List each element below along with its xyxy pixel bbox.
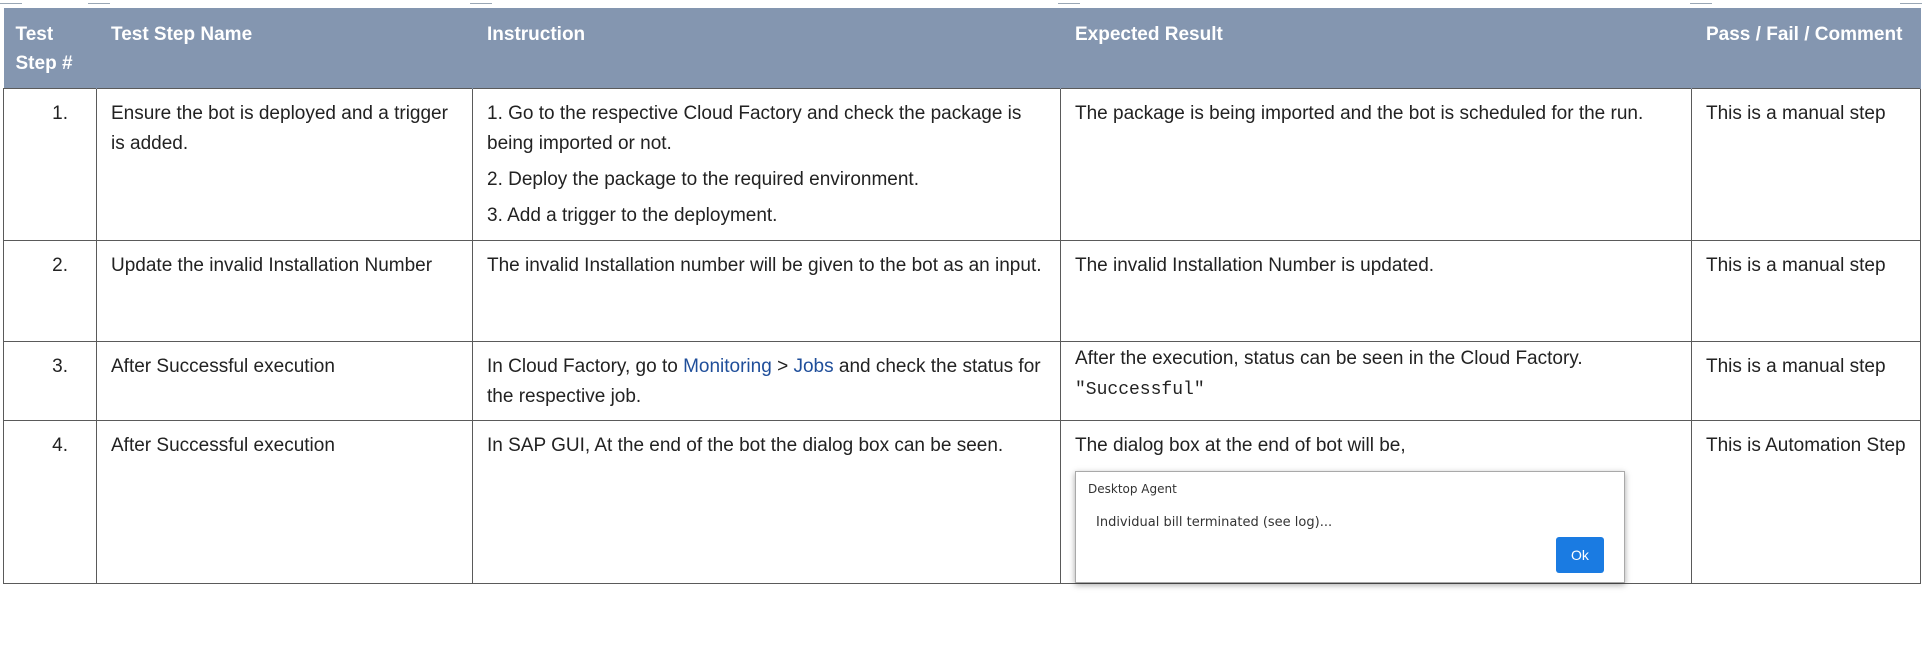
- instruction-line: 3. Add a trigger to the deployment.: [487, 205, 778, 226]
- column-marker: [1058, 3, 1080, 4]
- desktop-agent-dialog: Desktop Agent Individual bill terminated…: [1075, 471, 1625, 583]
- step-number-cell: 2.: [3, 240, 97, 342]
- step-name-cell: Ensure the bot is deployed and a trigger…: [96, 88, 473, 241]
- instruction-line: 2. Deploy the package to the required en…: [487, 169, 919, 190]
- header-pass-fail-comment: Pass / Fail / Comment: [1691, 8, 1921, 89]
- header-step-number: Test Step #: [3, 8, 97, 89]
- dialog-title: Desktop Agent: [1088, 482, 1177, 496]
- jobs-link[interactable]: Jobs: [793, 356, 833, 377]
- column-marker: [88, 3, 110, 4]
- expected-result-cell: The invalid Installation Number is updat…: [1060, 240, 1692, 342]
- column-marker: [0, 3, 22, 4]
- step-number-cell: 1.: [3, 88, 97, 241]
- table-header-row: Test Step # Test Step Name Instruction E…: [3, 8, 1921, 89]
- comment-cell: This is a manual step: [1691, 88, 1921, 241]
- instruction-cell: In SAP GUI, At the end of the bot the di…: [472, 420, 1061, 584]
- expected-result-cell: After the execution, status can be seen …: [1060, 341, 1692, 421]
- status-value: "Successful": [1075, 380, 1205, 400]
- monitoring-link[interactable]: Monitoring: [683, 356, 772, 377]
- step-name-cell: After Successful execution: [96, 420, 473, 584]
- step-number-cell: 4.: [3, 420, 97, 584]
- column-marker: [1900, 3, 1922, 4]
- column-marker: [470, 3, 492, 4]
- instruction-text: In Cloud Factory, go to: [487, 356, 684, 377]
- expected-result-cell: The package is being imported and the bo…: [1060, 88, 1692, 241]
- step-number: 3.: [52, 356, 68, 377]
- ok-button[interactable]: Ok: [1556, 537, 1604, 573]
- step-number: 2.: [52, 255, 68, 276]
- step-name-cell: Update the invalid Installation Number: [96, 240, 473, 342]
- test-steps-table: Test Step # Test Step Name Instruction E…: [3, 8, 1921, 584]
- comment-cell: This is a manual step: [1691, 341, 1921, 421]
- expected-text: The dialog box at the end of bot will be…: [1075, 435, 1406, 456]
- breadcrumb-separator: >: [771, 356, 794, 377]
- header-step-name: Test Step Name: [96, 8, 473, 89]
- step-number: 1.: [52, 103, 68, 124]
- instruction-cell: 1. Go to the respective Cloud Factory an…: [472, 88, 1061, 241]
- dialog-message: Individual bill terminated (see log)...: [1096, 515, 1333, 530]
- instruction-line: 1. Go to the respective Cloud Factory an…: [487, 103, 1022, 154]
- step-number-cell: 3.: [3, 341, 97, 421]
- expected-text: After the execution, status can be seen …: [1075, 348, 1583, 369]
- table-row: 2. Update the invalid Installation Numbe…: [3, 240, 1921, 342]
- comment-cell: This is Automation Step: [1691, 420, 1921, 584]
- table-row: 3. After Successful execution In Cloud F…: [3, 341, 1921, 421]
- header-instruction: Instruction: [472, 8, 1061, 89]
- step-name-cell: After Successful execution: [96, 341, 473, 421]
- step-number: 4.: [52, 435, 68, 456]
- table-row: 1. Ensure the bot is deployed and a trig…: [3, 88, 1921, 241]
- instruction-cell: The invalid Installation number will be …: [472, 240, 1061, 342]
- table-row: 4. After Successful execution In SAP GUI…: [3, 420, 1921, 584]
- comment-cell: This is a manual step: [1691, 240, 1921, 342]
- expected-result-cell: The dialog box at the end of bot will be…: [1060, 420, 1692, 584]
- column-marker: [1690, 3, 1712, 4]
- instruction-cell: In Cloud Factory, go to Monitoring > Job…: [472, 341, 1061, 421]
- header-expected-result: Expected Result: [1060, 8, 1692, 89]
